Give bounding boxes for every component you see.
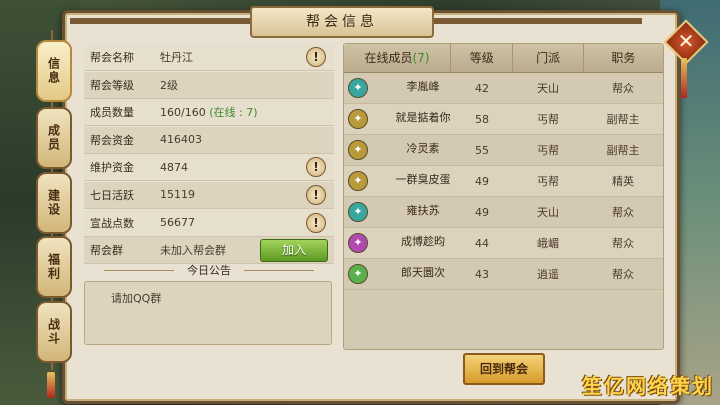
sect-icon: ✦ [348, 171, 368, 191]
sect-icon: ✦ [348, 202, 368, 222]
tab-label: 福利 [46, 253, 61, 281]
member-role: 精英 [612, 175, 634, 188]
member-name-cell: ✦ 冷灵素 [344, 140, 451, 160]
tab-label: 信息 [46, 57, 61, 85]
member-sect: 丐帮 [537, 113, 559, 126]
member-role: 副帮主 [606, 113, 640, 126]
tab-label: 战斗 [46, 318, 61, 346]
member-name-cell: ✦ 李胤峰 [344, 78, 451, 98]
tab-welfare[interactable]: 福利 [36, 236, 72, 298]
member-role: 帮众 [612, 206, 634, 219]
info-label: 维护资金 [90, 161, 134, 175]
info-label: 帮会等级 [90, 78, 134, 92]
info-row-name: 帮会名称 牡丹江 ! [84, 44, 334, 71]
info-label: 成员数量 [90, 106, 134, 120]
member-sect: 峨嵋 [537, 237, 559, 250]
window-title: 帮会信息 [250, 6, 434, 38]
sect-icon: ✦ [348, 233, 368, 253]
table-row[interactable]: ✦ 成博趁昀 44 峨嵋 帮众 [344, 228, 663, 259]
info-label: 七日活跃 [90, 188, 134, 202]
info-row-warpoints: 宣战点数 56677 ! [84, 209, 334, 237]
member-count-value: 160/160 (在线 : 7) [160, 104, 334, 120]
guild-level-value: 2级 [160, 78, 178, 92]
member-name-cell: ✦ 雍扶苏 [344, 202, 451, 222]
column-header-label: 在线成员 [364, 51, 413, 65]
alert-icon[interactable]: ! [306, 184, 326, 205]
member-role: 帮众 [612, 237, 634, 250]
table-row[interactable]: ✦ 雍扶苏 49 天山 帮众 [344, 197, 663, 228]
member-sect: 天山 [537, 206, 559, 219]
member-sect: 逍遥 [537, 268, 559, 281]
info-label: 帮会群 [90, 244, 123, 258]
info-row-funds: 帮会资金 416403 [84, 126, 334, 154]
table-row[interactable]: ✦ 郎天圜次 43 逍遥 帮众 [344, 259, 663, 290]
column-header-role: 职务 [611, 51, 636, 65]
member-role: 副帮主 [606, 144, 640, 157]
guild-info-list: 帮会名称 牡丹江 ! 帮会等级 2级 成员数量 160/160 (在线 : 7)… [84, 44, 334, 265]
info-row-group: 帮会群 未加入帮会群 加入 [84, 237, 334, 265]
guild-funds-value: 416403 [160, 133, 202, 147]
title-ornament-left [70, 18, 250, 24]
column-header-online: 在线成员(7) [344, 44, 451, 72]
tab-tassel [47, 372, 55, 398]
notice-heading: 今日公告 [84, 262, 334, 278]
info-label: 帮会资金 [90, 133, 134, 147]
member-role: 帮众 [612, 82, 634, 95]
member-count: 160/160 [160, 106, 206, 120]
alert-icon[interactable]: ! [306, 157, 326, 178]
table-row[interactable]: ✦ 一群臭皮蛋 49 丐帮 精英 [344, 166, 663, 197]
tab-construction[interactable]: 建设 [36, 172, 72, 234]
info-row-upkeep: 维护资金 4874 ! [84, 154, 334, 182]
info-row-members: 成员数量 160/160 (在线 : 7) [84, 99, 334, 127]
member-name: 一群臭皮蛋 [395, 173, 451, 186]
notice-box[interactable]: 请加QQ群 [84, 281, 332, 345]
tab-label: 建设 [46, 189, 61, 217]
tab-members[interactable]: 成员 [36, 107, 72, 169]
member-name-cell: ✦ 就是掂着你 [344, 109, 451, 129]
alert-icon[interactable]: ! [306, 47, 326, 67]
member-name: 李胤峰 [406, 80, 440, 93]
online-members-table: 在线成员(7) 等级 门派 职务 ✦ 李胤峰 42 天山 帮众 ✦ 就是掂着你 58 丐帮 副帮主… [343, 43, 664, 350]
tab-info[interactable]: 信息 [36, 40, 72, 102]
online-count: (在线 : 7) [209, 106, 258, 120]
info-label: 宣战点数 [90, 216, 134, 230]
member-name: 冷灵素 [406, 142, 440, 155]
sect-icon: ✦ [348, 264, 368, 284]
table-body: ✦ 李胤峰 42 天山 帮众 ✦ 就是掂着你 58 丐帮 副帮主 ✦ 冷灵素 55 丐帮 副帮主 ✦ 一群臭皮蛋… [344, 73, 663, 290]
title-ornament-right [432, 18, 642, 24]
sect-icon: ✦ [348, 140, 368, 160]
table-header: 在线成员(7) 等级 门派 职务 [344, 44, 663, 73]
watermark: 笙亿网络策划 [582, 374, 714, 398]
member-name: 成博趁昀 [401, 235, 445, 248]
column-header-sect: 门派 [513, 44, 584, 72]
member-name-cell: ✦ 一群臭皮蛋 [344, 171, 451, 191]
return-to-guild-button[interactable]: 回到帮会 [463, 353, 545, 385]
member-sect: 丐帮 [537, 175, 559, 188]
member-sect: 天山 [537, 82, 559, 95]
member-name: 雍扶苏 [406, 204, 440, 217]
info-label: 帮会名称 [90, 51, 134, 64]
alert-icon[interactable]: ! [306, 212, 326, 233]
tab-battle[interactable]: 战斗 [36, 301, 72, 363]
column-header-level: 等级 [451, 44, 514, 72]
member-name-cell: ✦ 郎天圜次 [344, 264, 451, 284]
close-tassel [681, 58, 687, 98]
info-row-level: 帮会等级 2级 [84, 71, 334, 99]
join-group-button[interactable]: 加入 [260, 239, 328, 263]
member-name: 郎天圜次 [401, 266, 445, 279]
table-row[interactable]: ✦ 李胤峰 42 天山 帮众 [344, 73, 663, 104]
notice-text: 请加QQ群 [111, 292, 162, 305]
table-row[interactable]: ✦ 冷灵素 55 丐帮 副帮主 [344, 135, 663, 166]
online-member-count: (7) [412, 51, 430, 65]
member-name: 就是掂着你 [395, 111, 451, 124]
sect-icon: ✦ [348, 109, 368, 129]
member-name-cell: ✦ 成博趁昀 [344, 233, 451, 253]
table-row[interactable]: ✦ 就是掂着你 58 丐帮 副帮主 [344, 104, 663, 135]
tab-label: 成员 [46, 124, 61, 152]
info-row-weekly: 七日活跃 15119 ! [84, 181, 334, 209]
sect-icon: ✦ [348, 78, 368, 98]
close-icon: ✕ [677, 29, 695, 53]
member-sect: 丐帮 [537, 144, 559, 157]
member-role: 帮众 [612, 268, 634, 281]
